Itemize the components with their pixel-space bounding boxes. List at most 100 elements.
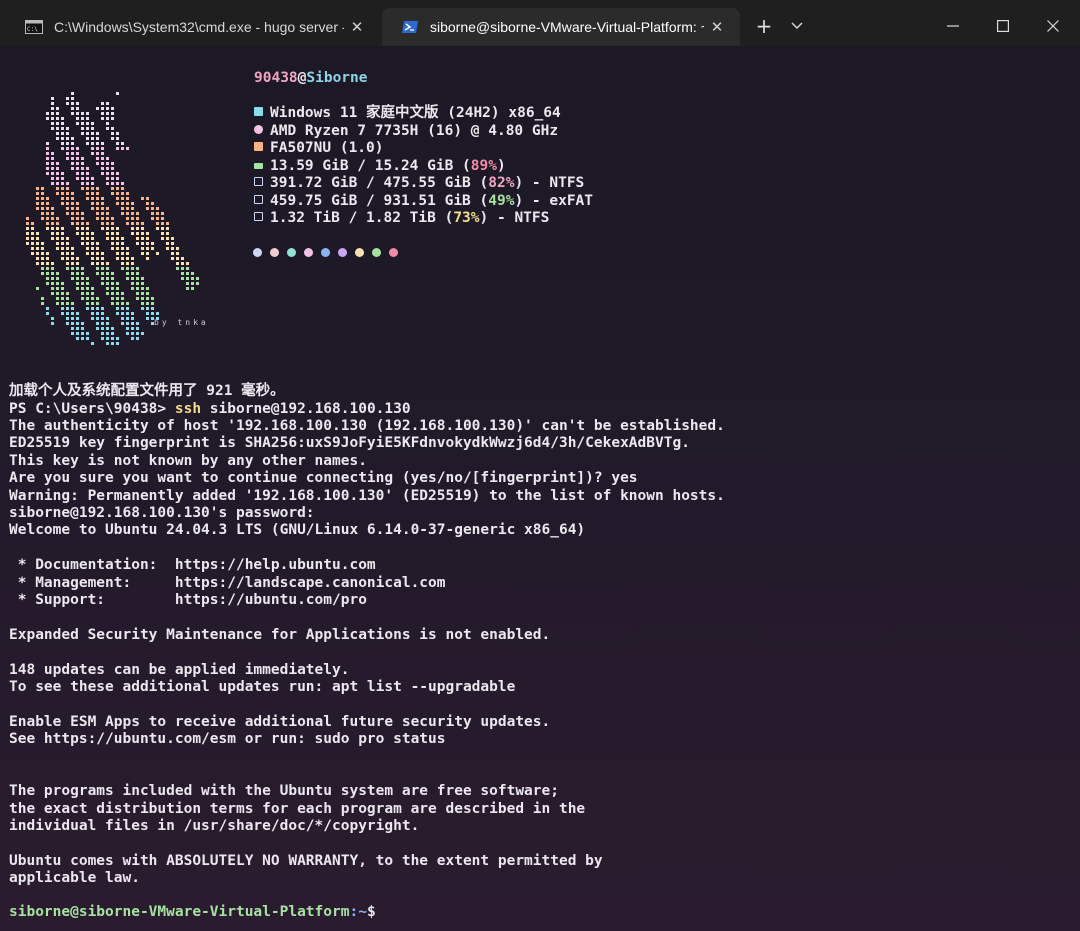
ascii-art-dot bbox=[86, 242, 89, 245]
ascii-art-dot bbox=[51, 287, 54, 290]
ascii-art-dot bbox=[76, 332, 79, 335]
close-tab-icon[interactable]: ✕ bbox=[344, 18, 370, 36]
tab-ssh[interactable]: siborne@siborne-VMware-Virtual-Platform:… bbox=[382, 8, 740, 46]
ascii-art-dot bbox=[166, 237, 169, 240]
ascii-art-dot bbox=[76, 122, 79, 125]
ascii-art-dot bbox=[116, 192, 119, 195]
ascii-art-dot bbox=[116, 312, 119, 315]
ascii-art-dot bbox=[51, 112, 54, 115]
ascii-art-dot bbox=[111, 337, 114, 340]
ascii-art-dot bbox=[146, 242, 149, 245]
ascii-art-dot bbox=[76, 157, 79, 160]
ascii-art-dot bbox=[46, 257, 49, 260]
ascii-art-dot bbox=[51, 97, 54, 100]
user-host: 90438@Siborne bbox=[254, 70, 368, 86]
ascii-art-dot bbox=[136, 232, 139, 235]
ascii-art-dot bbox=[41, 197, 44, 200]
cmd-icon: C:\ bbox=[24, 19, 44, 35]
ascii-art-dot bbox=[141, 237, 144, 240]
ascii-art-dot bbox=[31, 242, 34, 245]
ascii-art-dot bbox=[156, 217, 159, 220]
palette-dot bbox=[372, 248, 381, 257]
ascii-art-dot bbox=[81, 297, 84, 300]
ascii-art-dot bbox=[141, 227, 144, 230]
ascii-art-dot bbox=[106, 222, 109, 225]
ascii-art-dot bbox=[191, 282, 194, 285]
ascii-art-dot bbox=[131, 332, 134, 335]
new-tab-button[interactable]: + bbox=[748, 8, 780, 44]
output-line: * Documentation: https://help.ubuntu.com bbox=[9, 557, 376, 574]
ascii-art-dot bbox=[86, 137, 89, 140]
palette-dot bbox=[321, 248, 330, 257]
ascii-art-dot bbox=[136, 287, 139, 290]
ascii-art-dot bbox=[136, 222, 139, 225]
ascii-art-dot bbox=[106, 332, 109, 335]
ascii-art-dot bbox=[121, 312, 124, 315]
ascii-art-dot bbox=[101, 257, 104, 260]
ascii-art-dot bbox=[116, 227, 119, 230]
ascii-art-dot bbox=[111, 292, 114, 295]
ascii-art-dot bbox=[146, 297, 149, 300]
ascii-art-dot bbox=[71, 157, 74, 160]
ascii-art-dot bbox=[101, 332, 104, 335]
maximize-button[interactable] bbox=[980, 8, 1026, 44]
ascii-art-dot bbox=[31, 222, 34, 225]
ascii-art-dot bbox=[121, 322, 124, 325]
ascii-art-dot bbox=[101, 317, 104, 320]
ascii-art-dot bbox=[91, 147, 94, 150]
ascii-art-dot bbox=[186, 277, 189, 280]
ascii-art-dot bbox=[76, 117, 79, 120]
terminal-output[interactable]: by tnka 90438@Siborne Windows 11 家庭中文版 (… bbox=[0, 46, 1080, 931]
close-tab-icon[interactable]: ✕ bbox=[704, 18, 730, 36]
ascii-art-dot bbox=[71, 152, 74, 155]
ascii-art-dot bbox=[31, 227, 34, 230]
ascii-art-dot bbox=[66, 132, 69, 135]
close-window-button[interactable] bbox=[1030, 8, 1076, 44]
ascii-art-dot bbox=[116, 232, 119, 235]
ascii-art-dot bbox=[91, 232, 94, 235]
chevron-down-icon[interactable] bbox=[782, 8, 812, 44]
ascii-art-dot bbox=[191, 277, 194, 280]
ascii-art-dot bbox=[41, 257, 44, 260]
ascii-art-dot bbox=[156, 222, 159, 225]
ascii-art-dot bbox=[86, 247, 89, 250]
ascii-art-dot bbox=[111, 132, 114, 135]
ascii-art-dot bbox=[111, 247, 114, 250]
ascii-art-dot bbox=[91, 307, 94, 310]
ascii-art-dot bbox=[121, 237, 124, 240]
ascii-art-dot bbox=[46, 212, 49, 215]
ascii-art-dot bbox=[76, 102, 79, 105]
ascii-art-dot bbox=[101, 217, 104, 220]
ascii-art-dot bbox=[61, 307, 64, 310]
ascii-art-dot bbox=[96, 267, 99, 270]
ascii-art-dot bbox=[106, 127, 109, 130]
ascii-art-dot bbox=[61, 242, 64, 245]
ascii-art-dot bbox=[136, 237, 139, 240]
ascii-art-dot bbox=[61, 197, 64, 200]
tab-cmd[interactable]: C:\ C:\Windows\System32\cmd.exe - hugo s… bbox=[6, 8, 380, 46]
ascii-art-dot bbox=[106, 262, 109, 265]
ascii-art-dot bbox=[186, 267, 189, 270]
ascii-art-dot bbox=[91, 247, 94, 250]
ascii-art-dot bbox=[126, 307, 129, 310]
ascii-art-dot bbox=[81, 242, 84, 245]
ascii-art-dot bbox=[106, 272, 109, 275]
ascii-art-dot bbox=[46, 147, 49, 150]
ascii-art-dot bbox=[141, 252, 144, 255]
ascii-art-dot bbox=[111, 222, 114, 225]
ascii-art-dot bbox=[41, 242, 44, 245]
minimize-button[interactable] bbox=[930, 8, 976, 44]
ascii-art-dot bbox=[71, 302, 74, 305]
ascii-art-dot bbox=[101, 142, 104, 145]
ascii-art-dot bbox=[81, 187, 84, 190]
shell-prompt[interactable]: siborne@siborne-VMware-Virtual-Platform:… bbox=[9, 904, 376, 921]
ascii-art-dot bbox=[161, 217, 164, 220]
disk-icon bbox=[254, 177, 263, 186]
ascii-art-dot bbox=[76, 257, 79, 260]
ascii-art-dot bbox=[106, 107, 109, 110]
ascii-art-dot bbox=[61, 247, 64, 250]
ascii-art-dot bbox=[51, 237, 54, 240]
ascii-art-dot bbox=[66, 157, 69, 160]
ascii-art-dot bbox=[81, 337, 84, 340]
ascii-art-dot bbox=[101, 322, 104, 325]
